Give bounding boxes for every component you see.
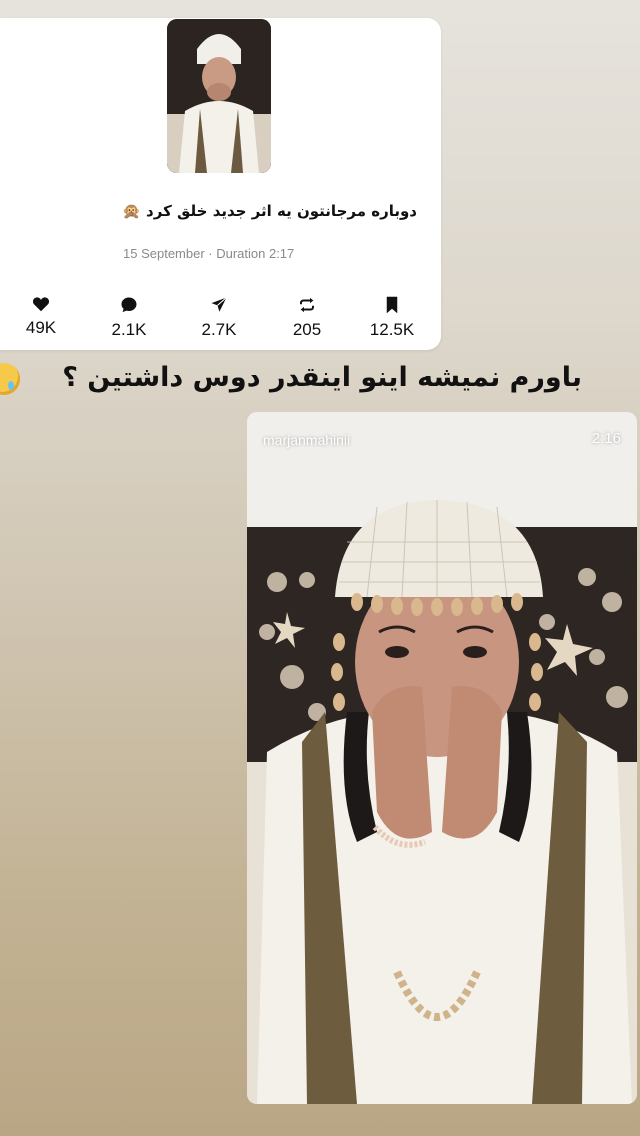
shares-stat[interactable]: 2.7K [179,296,259,340]
reposts-stat[interactable]: 205 [267,296,347,340]
post-caption: دوباره مرجانتون یه اثر جدید خلق کرد 🙊 [37,202,417,220]
heart-icon [32,297,50,312]
comment-icon [121,297,137,313]
post-card[interactable]: دوباره مرجانتون یه اثر جدید خلق کرد 🙊 15… [0,18,441,350]
bookmark-icon [386,296,398,314]
likes-count: 49K [25,318,57,337]
video-duration: 2:16 [591,430,621,447]
comments-count: 2.1K [111,320,147,339]
repost-icon [300,297,314,313]
see-no-evil-monkey-icon: 🙊 [122,202,141,220]
post-caption-text: دوباره مرجانتون یه اثر جدید خلق کرد [146,202,417,220]
stats-row: 49K 2.1K 2.7K 205 12.5K [0,296,441,346]
share-icon [211,297,227,312]
video-frame-image [257,500,632,1104]
shares-count: 2.7K [201,320,237,339]
thumbnail-image [167,19,271,173]
smiling-face-with-tear-icon [0,363,20,395]
comments-stat[interactable]: 2.1K [89,296,169,340]
reposts-count: 205 [292,320,322,339]
likes-stat[interactable]: 49K [1,296,81,338]
video-player[interactable]: marjanmahinii 2:16 [247,412,637,1104]
saves-stat[interactable]: 12.5K [352,296,432,340]
post-meta: 15 September · Duration 2:17 [123,246,295,261]
video-thumbnail[interactable] [167,19,271,173]
video-username: marjanmahinii [263,432,351,448]
saves-count: 12.5K [369,320,415,339]
headline-text: باورم نمیشه اینو اینقدر دوس داشتین ؟ [62,362,582,393]
